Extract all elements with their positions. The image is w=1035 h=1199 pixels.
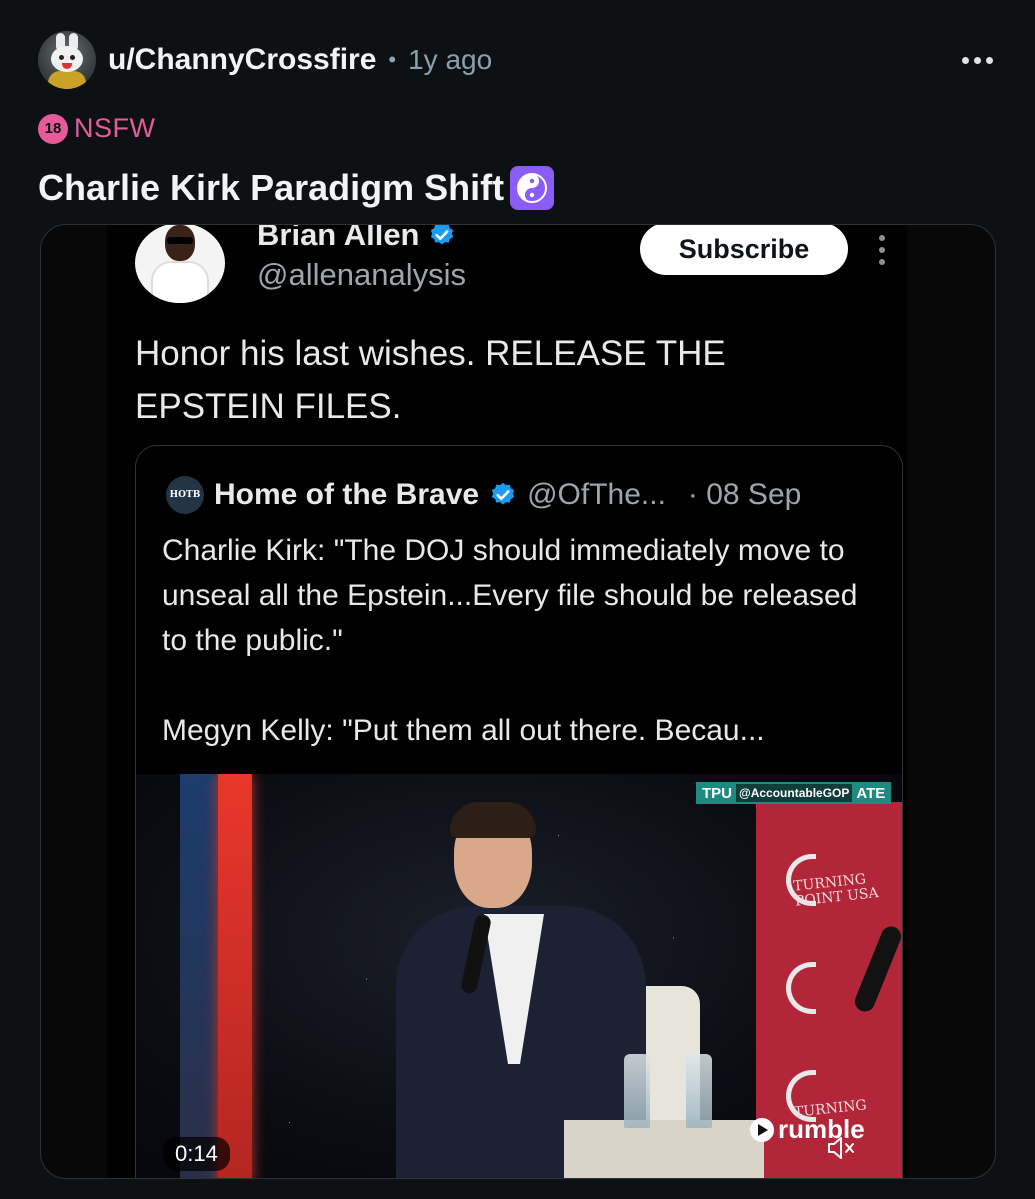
tweet-author-avatar bbox=[135, 225, 225, 303]
hotb-logo: HOTB bbox=[166, 476, 204, 514]
watermark-right: ATE bbox=[856, 784, 886, 802]
quoted-tweet-date: · 08 Sep bbox=[687, 478, 802, 511]
quoted-author-name: Home of the Brave bbox=[214, 478, 480, 511]
post-media[interactable]: Brian Allen @allenanalysis Subscribe Hon… bbox=[40, 224, 996, 1179]
tweet-text: Honor his last wishes. RELEASE THE EPSTE… bbox=[135, 334, 726, 426]
video-timecode: 0:14 bbox=[163, 1137, 230, 1171]
subscribe-button: Subscribe bbox=[640, 225, 848, 275]
post-title[interactable]: Charlie Kirk Paradigm Shift bbox=[38, 166, 555, 210]
avatar[interactable] bbox=[38, 31, 96, 89]
quoted-author-handle: @OfThe... bbox=[527, 478, 666, 511]
video-progress-bar[interactable] bbox=[136, 1178, 903, 1179]
verified-icon bbox=[491, 482, 515, 505]
tweet-author-name-text: Brian Allen bbox=[257, 224, 420, 252]
yin-yang-icon bbox=[510, 166, 555, 210]
quoted-tweet-text: Charlie Kirk: "The DOJ should immediatel… bbox=[162, 528, 882, 798]
watermark-handle: @AccountableGOP bbox=[736, 784, 853, 802]
quoted-paragraph-1: Charlie Kirk: "The DOJ should immediatel… bbox=[162, 534, 858, 657]
nsfw-tag: 18 NSFW bbox=[38, 113, 155, 144]
quoted-tweet: HOTB Home of the Brave @OfThe... · 08 Se… bbox=[135, 445, 903, 1179]
quoted-tweet-header: HOTB Home of the Brave @OfThe... · 08 Se… bbox=[166, 476, 801, 514]
username-link[interactable]: u/ChannyCrossfire bbox=[108, 43, 376, 77]
tweet-screenshot: Brian Allen @allenanalysis Subscribe Hon… bbox=[107, 224, 907, 1179]
tweet-author-handle: @allenanalysis bbox=[257, 257, 466, 292]
speaker-muted-icon[interactable] bbox=[819, 1130, 863, 1166]
post-title-text: Charlie Kirk Paradigm Shift bbox=[38, 167, 505, 208]
verified-icon bbox=[430, 225, 453, 245]
more-options-icon[interactable] bbox=[962, 56, 993, 64]
post-time: 1y ago bbox=[408, 44, 493, 75]
nsfw-label: NSFW bbox=[74, 113, 156, 143]
video-watermark: TPU @AccountableGOP ATE bbox=[696, 782, 892, 804]
tweet-author-name: Brian Allen bbox=[257, 224, 456, 253]
quoted-paragraph-2: Megyn Kelly: "Put them all out there. Be… bbox=[162, 714, 765, 747]
watermark-left: TPU bbox=[702, 784, 732, 802]
embedded-video: TURNING POINT USA TURNING TPU @Accountab… bbox=[136, 774, 903, 1179]
nsfw-18-icon: 18 bbox=[38, 113, 68, 144]
separator-dot: • bbox=[388, 47, 397, 72]
red-light-bar bbox=[218, 774, 252, 1178]
post-header: u/ChannyCrossfire • 1y ago bbox=[38, 30, 1005, 90]
tweet-more-icon bbox=[879, 235, 885, 265]
video-progress-fill bbox=[136, 1178, 244, 1179]
rumble-play-icon bbox=[750, 1117, 774, 1142]
